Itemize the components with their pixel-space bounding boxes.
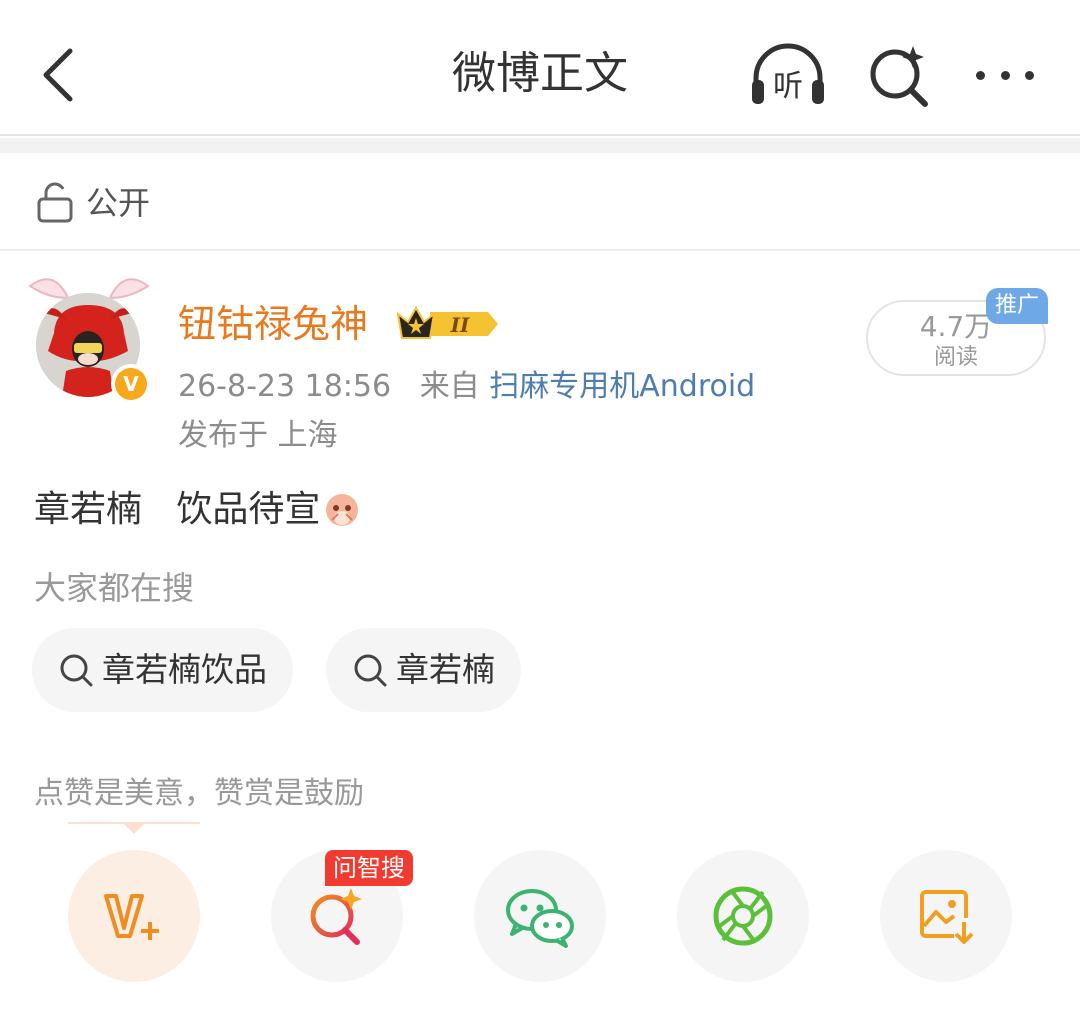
- wechat-icon: [506, 889, 574, 948]
- search-icon: [60, 654, 93, 687]
- bashful-emoji-icon: [326, 494, 359, 526]
- like-reward-tip: 点赞是美意，赞赏是鼓励: [34, 776, 364, 811]
- verified-badge-icon: V: [111, 364, 151, 404]
- reward-button[interactable]: [68, 850, 200, 982]
- tip-caret-icon: [122, 822, 146, 834]
- more-dot-icon: [1000, 70, 1010, 80]
- visibility-row[interactable]: 公开: [0, 153, 1080, 251]
- share-moments-button[interactable]: [677, 850, 809, 982]
- save-image-icon: [920, 890, 974, 944]
- post-text: 章若楠 饮品待宣: [34, 489, 321, 530]
- sparkle-search-icon: [870, 46, 928, 107]
- search-icon: [354, 654, 387, 687]
- search-button[interactable]: [865, 40, 933, 108]
- more-dot-icon: [976, 70, 985, 80]
- related-search-chip-label: 章若楠饮品: [102, 650, 267, 689]
- post-meta: 26-8-23 18:56 来自 扫麻专用机Android: [178, 365, 755, 409]
- top-nav-bar: 微博正文 听: [0, 0, 1080, 136]
- read-count-label: 阅读: [933, 345, 978, 370]
- headphones-icon: 听: [752, 43, 824, 104]
- post-source-link[interactable]: 扫麻专用机Android: [489, 369, 755, 404]
- ai-search-icon: [310, 888, 362, 945]
- moments-icon: [713, 886, 773, 946]
- related-search-chip[interactable]: 章若楠饮品: [32, 628, 293, 712]
- source-prefix: 来自: [419, 369, 480, 404]
- listen-label: 听: [773, 69, 803, 104]
- listen-button[interactable]: 听: [748, 40, 828, 108]
- visibility-label: 公开: [86, 184, 151, 222]
- save-image-button[interactable]: [880, 850, 1012, 982]
- promote-tag[interactable]: 推广: [986, 288, 1048, 324]
- share-wechat-button[interactable]: [474, 850, 606, 982]
- post-body: 章若楠 饮品待宣: [34, 484, 362, 536]
- more-options-button[interactable]: [970, 50, 1040, 100]
- related-search-chip[interactable]: 章若楠: [326, 628, 521, 712]
- unlock-icon: [37, 182, 73, 223]
- related-search-chip-label: 章若楠: [396, 650, 495, 689]
- author-name[interactable]: 钮钴禄兔神: [178, 298, 368, 350]
- post-location: 发布于 上海: [178, 418, 338, 453]
- post-time: 26-8-23 18:56: [178, 369, 392, 404]
- author-avatar[interactable]: V: [24, 268, 154, 408]
- chevron-left-icon: [43, 48, 73, 102]
- ai-search-tag: 问智搜: [325, 850, 413, 886]
- related-search-title: 大家都在搜: [34, 569, 195, 607]
- back-button[interactable]: [28, 42, 88, 108]
- section-divider: [0, 138, 1080, 153]
- reward-v-plus-icon: [104, 894, 159, 940]
- vip-crown-badge-icon[interactable]: II: [396, 304, 500, 344]
- verified-badge-letter: V: [115, 368, 147, 400]
- more-dot-icon: [1025, 70, 1034, 80]
- vip-level-label: II: [450, 313, 470, 337]
